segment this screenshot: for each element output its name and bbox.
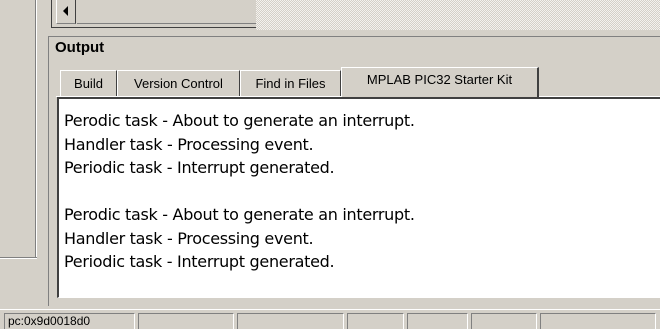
scroll-track[interactable] <box>77 0 256 24</box>
status-cell <box>138 313 234 329</box>
output-line: Handler task - Processing event. <box>64 134 314 154</box>
output-line: Periodic task - Interrupt generated. <box>64 252 335 271</box>
left-arrow-icon <box>63 6 68 16</box>
output-text-area[interactable]: Perodic task - About to generate an inte… <box>57 97 660 298</box>
frame-divider-vertical <box>35 0 37 258</box>
output-line: Perodic task - About to generate an inte… <box>64 111 415 130</box>
tab-build[interactable]: Build <box>60 70 117 96</box>
output-line: Perodic task - About to generate an inte… <box>64 205 415 224</box>
tab-mplab-pic32-starter-kit[interactable]: MPLAB PIC32 Starter Kit <box>341 67 539 97</box>
status-cell <box>471 313 537 329</box>
status-cell <box>237 313 344 329</box>
status-pc-value: pc:0x9d0018d0 <box>4 313 135 329</box>
tab-find-in-files[interactable]: Find in Files <box>240 70 341 96</box>
scroll-area-background <box>256 0 660 30</box>
output-line: Periodic task - Interrupt generated. <box>64 158 335 177</box>
status-bar: pc:0x9d0018d0 <box>0 309 660 329</box>
output-panel-title: Output <box>55 39 105 56</box>
status-cell <box>540 313 656 329</box>
frame-divider-horizontal <box>0 257 37 259</box>
status-cell <box>407 313 468 329</box>
horizontal-scrollbar[interactable] <box>51 0 256 28</box>
output-tabs: Build Version Control Find in Files MPLA… <box>60 67 660 97</box>
scroll-left-button[interactable] <box>56 0 76 24</box>
output-line: Handler task - Processing event. <box>64 228 314 248</box>
ide-window: Output Build Version Control Find in Fil… <box>0 0 660 329</box>
tab-version-control[interactable]: Version Control <box>117 70 240 96</box>
status-cell <box>347 313 404 329</box>
